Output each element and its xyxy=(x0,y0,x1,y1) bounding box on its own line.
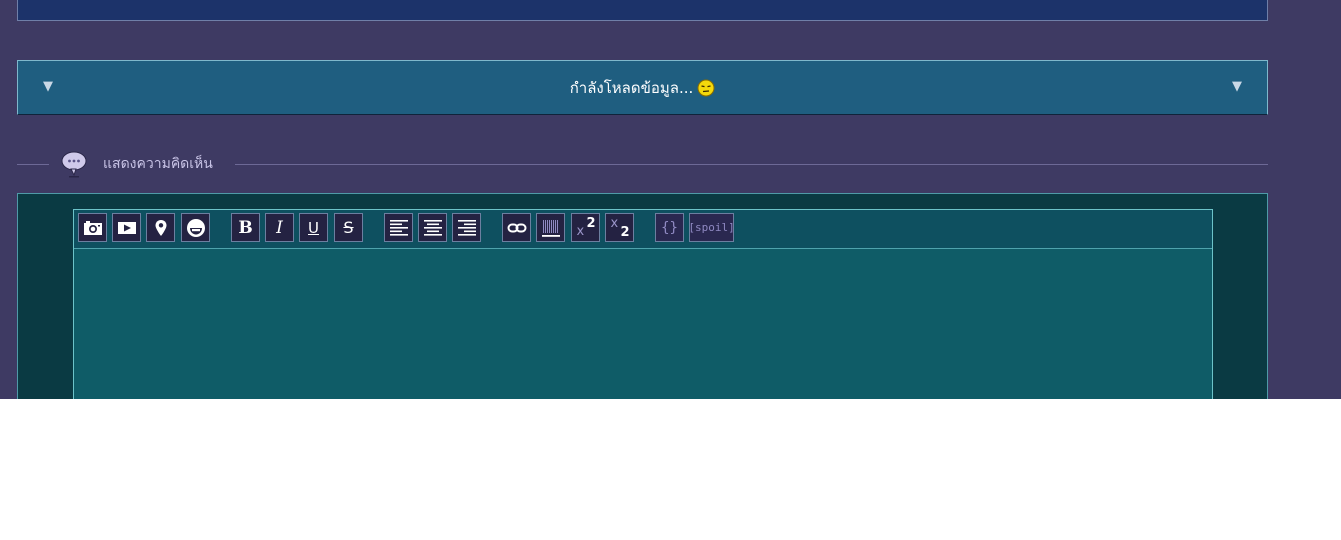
comment-section-header: แสดงความคิดเห็น xyxy=(17,148,1268,180)
align-right-button[interactable] xyxy=(452,213,481,242)
strikethrough-label: S xyxy=(343,218,354,237)
editor-toolbar: B I U S x 2 x 2 {} [spoil] xyxy=(74,210,1212,249)
camera-icon xyxy=(83,220,102,235)
smiley-icon xyxy=(186,218,205,237)
hr-icon xyxy=(541,219,560,237)
code-button[interactable]: {} xyxy=(655,213,684,242)
align-right-icon xyxy=(457,219,476,236)
subscript-label: x 2 xyxy=(608,216,632,240)
comment-editor-container: B I U S x 2 x 2 {} [spoil] xyxy=(17,193,1268,399)
subscript-index: 2 xyxy=(620,224,630,240)
insert-image-button[interactable] xyxy=(78,213,107,242)
subscript-button[interactable]: x 2 xyxy=(605,213,634,242)
italic-button[interactable]: I xyxy=(265,213,294,242)
sad-face-emoji-icon xyxy=(697,79,715,97)
top-panel xyxy=(17,0,1268,21)
comment-textarea[interactable] xyxy=(74,249,1212,399)
align-center-icon xyxy=(423,219,442,236)
superscript-button[interactable]: x 2 xyxy=(571,213,600,242)
speech-bubble-icon xyxy=(60,150,88,178)
link-icon xyxy=(507,223,526,232)
underline-button[interactable]: U xyxy=(299,213,328,242)
align-left-button[interactable] xyxy=(384,213,413,242)
insert-video-button[interactable] xyxy=(112,213,141,242)
align-left-icon xyxy=(389,219,408,236)
divider-line xyxy=(17,164,49,165)
superscript-exponent: 2 xyxy=(586,215,596,231)
superscript-base: x xyxy=(576,223,585,239)
insert-link-button[interactable] xyxy=(502,213,531,242)
collapse-arrow-left-icon[interactable]: ▼ xyxy=(43,79,53,95)
video-play-icon xyxy=(117,221,136,234)
italic-label: I xyxy=(276,217,283,238)
collapse-arrow-right-icon[interactable]: ▼ xyxy=(1232,79,1242,95)
insert-emoji-button[interactable] xyxy=(181,213,210,242)
horizontal-rule-button[interactable] xyxy=(536,213,565,242)
spoiler-label: [spoil] xyxy=(688,221,735,234)
loading-text: กำลังโหลดข้อมูล... xyxy=(569,78,694,97)
underline-label: U xyxy=(308,218,319,237)
strikethrough-button[interactable]: S xyxy=(334,213,363,242)
bold-label: B xyxy=(238,217,253,238)
insert-map-button[interactable] xyxy=(146,213,175,242)
subscript-base: x xyxy=(610,215,619,231)
loading-bar[interactable]: ▼ กำลังโหลดข้อมูล... ▼ xyxy=(17,60,1268,115)
spoiler-button[interactable]: [spoil] xyxy=(688,213,735,242)
superscript-label: x 2 xyxy=(574,216,598,240)
map-pin-icon xyxy=(155,219,166,236)
page: ▼ กำลังโหลดข้อมูล... ▼ แสดงความคิดเห็น B… xyxy=(0,0,1341,399)
comment-header-label: แสดงความคิดเห็น xyxy=(103,156,213,172)
align-center-button[interactable] xyxy=(418,213,447,242)
bold-button[interactable]: B xyxy=(231,213,260,242)
divider-line xyxy=(235,164,1268,165)
comment-editor: B I U S x 2 x 2 {} [spoil] xyxy=(73,209,1213,399)
loading-message: กำลังโหลดข้อมูล... xyxy=(570,78,716,98)
code-label: {} xyxy=(661,219,678,236)
